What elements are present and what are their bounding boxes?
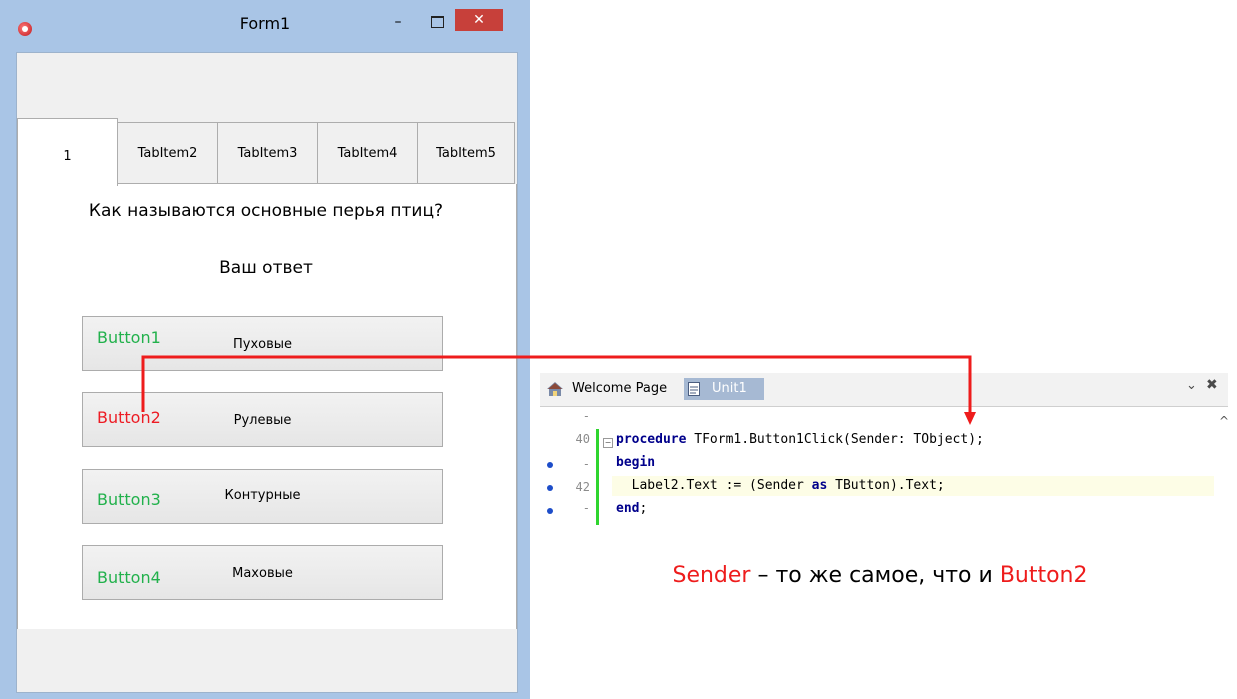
caption-sender: Sender <box>672 563 751 588</box>
tab-1[interactable]: 1 <box>17 118 118 186</box>
caption: Sender – то же самое, что и Button2 <box>540 563 1220 588</box>
caption-button: Button2 <box>999 563 1088 588</box>
caption-middle: – то же самое, что и <box>750 563 1000 588</box>
connector-arrow <box>141 355 976 425</box>
